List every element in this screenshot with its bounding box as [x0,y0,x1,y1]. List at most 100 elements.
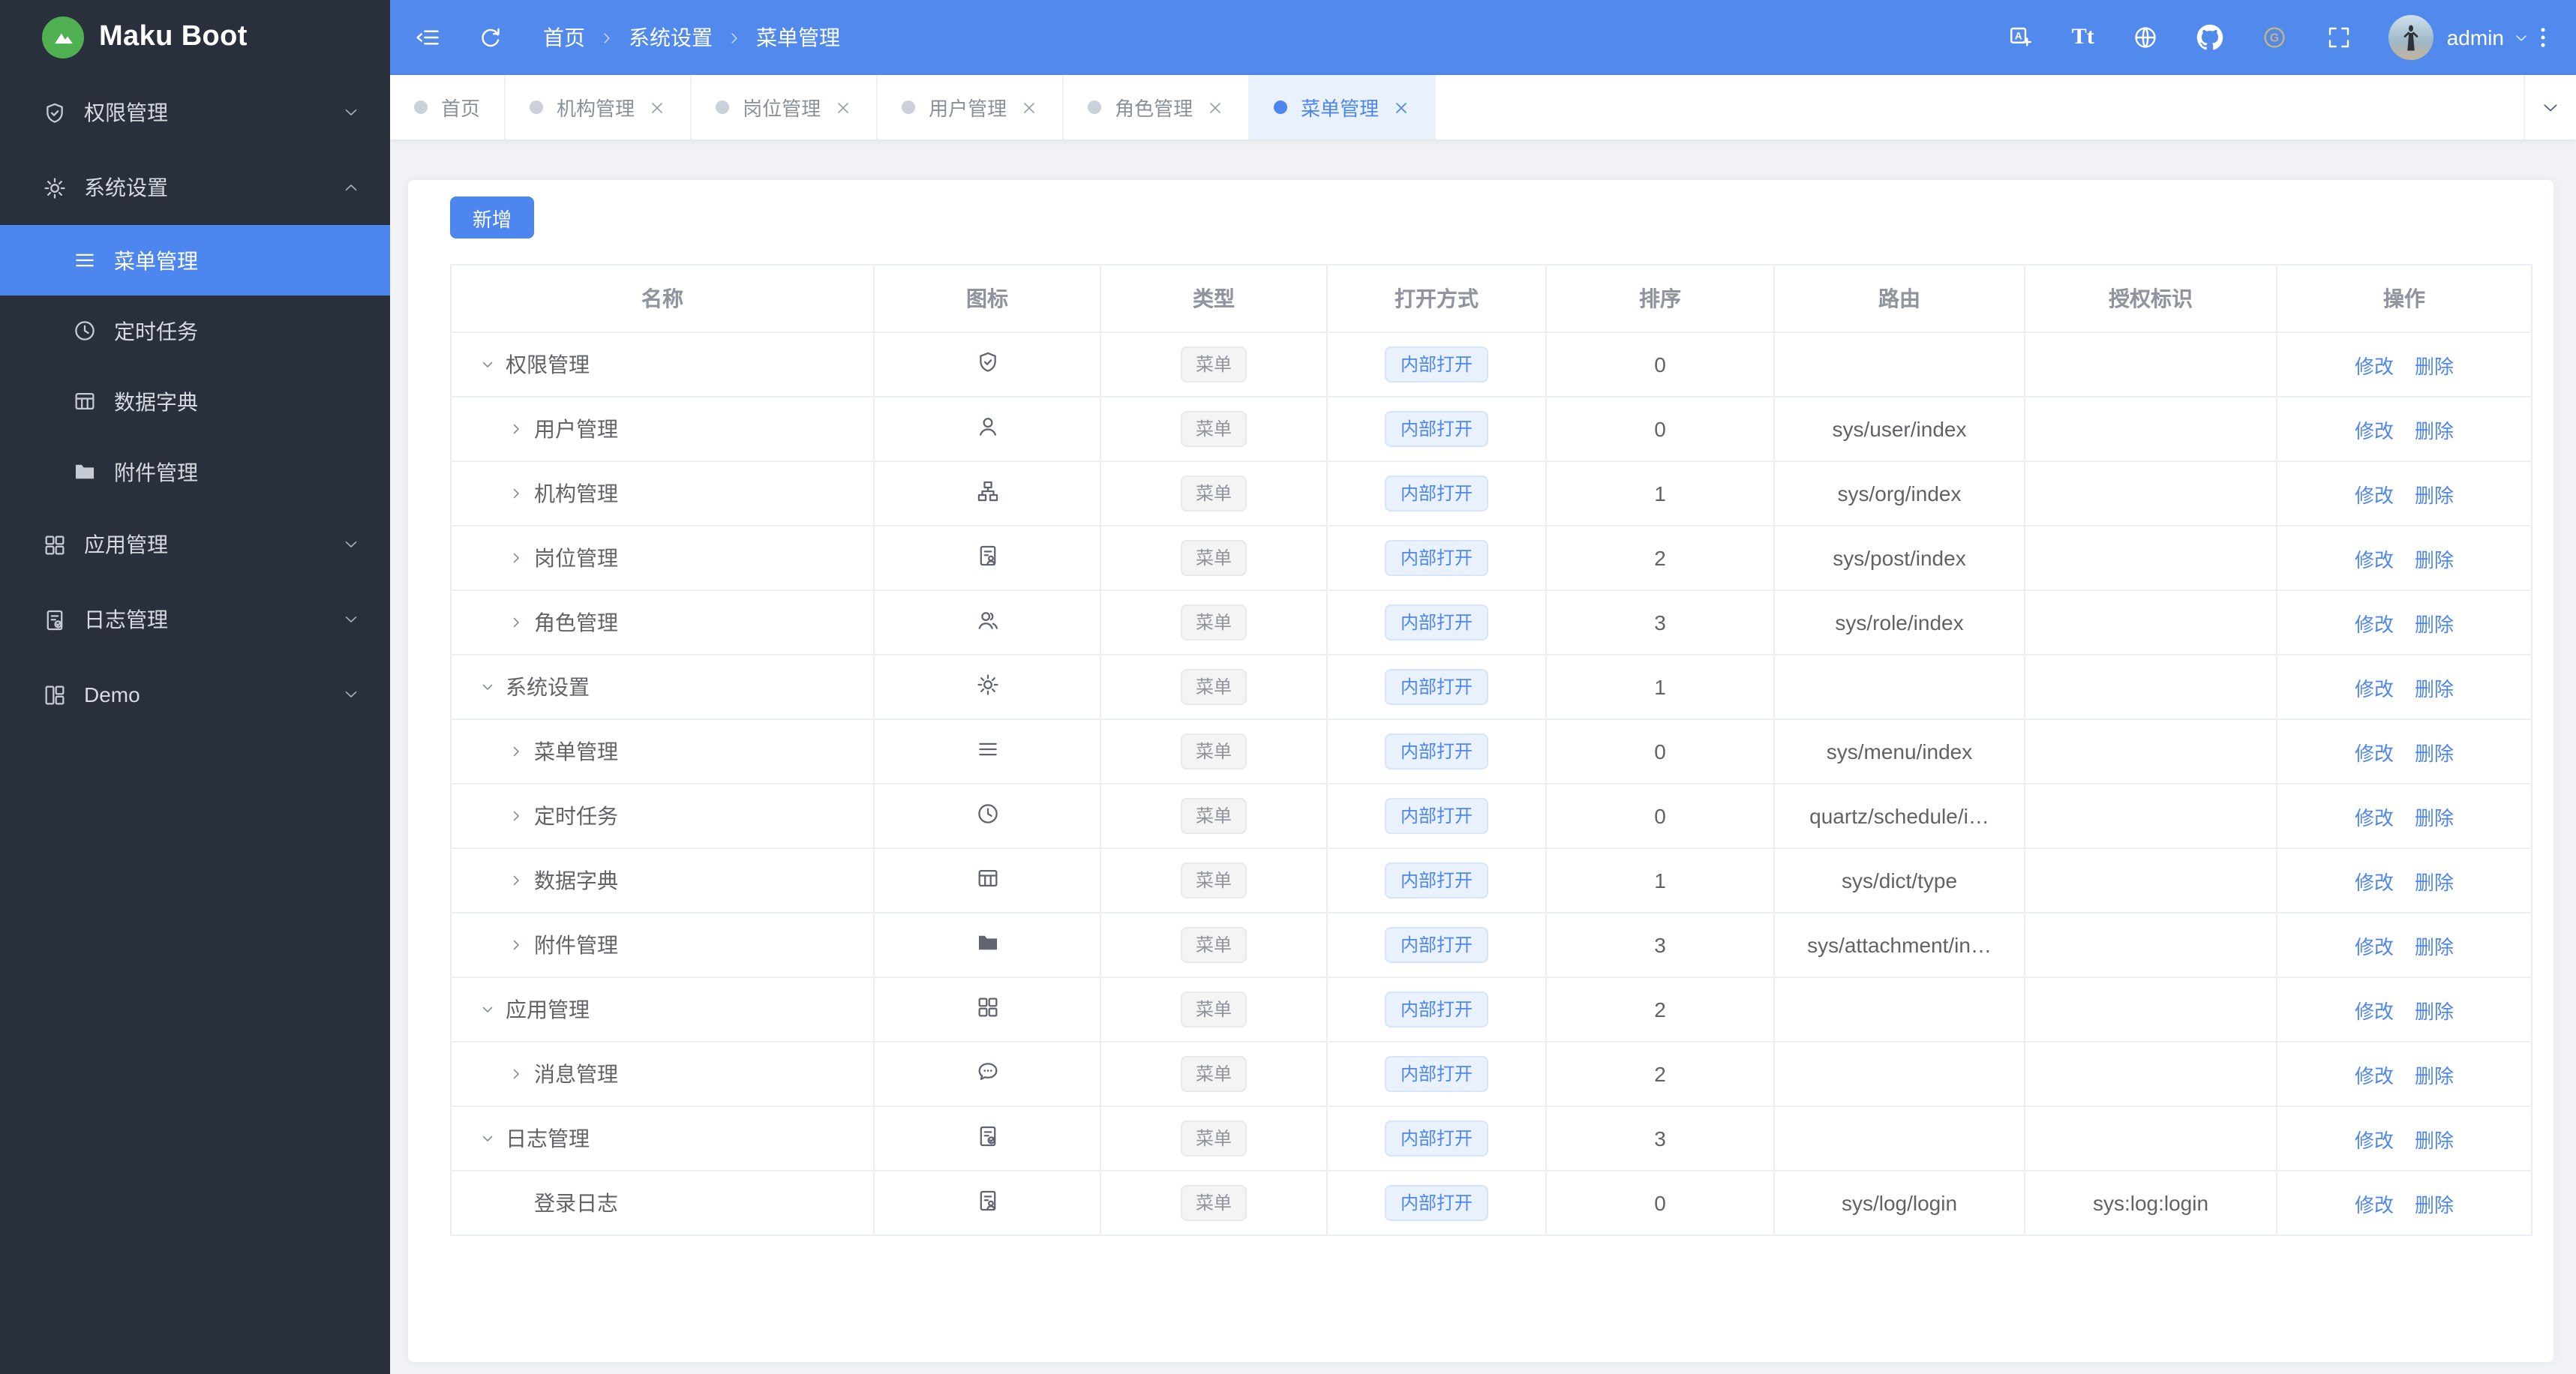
tab-user[interactable]: 用户管理 [878,75,1064,140]
sidebar-item-auth[interactable]: 权限管理 [0,75,390,150]
edit-link[interactable]: 修改 [2355,1064,2394,1087]
edit-link[interactable]: 修改 [2355,1129,2394,1151]
tab-org[interactable]: 机构管理 [506,75,692,140]
delete-link[interactable]: 删除 [2415,742,2454,764]
collapse-row-icon[interactable] [479,1000,497,1018]
globe-icon[interactable] [2132,24,2159,51]
edit-link[interactable]: 修改 [2355,806,2394,829]
clock-icon [72,318,98,344]
close-tab-icon[interactable] [1020,98,1038,116]
sidebar-item-dict[interactable]: 数据字典 [0,366,390,436]
add-button[interactable]: 新增 [450,196,535,238]
chevron-down-icon [342,178,360,196]
expand-row-icon[interactable] [507,614,525,632]
delete-link[interactable]: 删除 [2415,1129,2454,1151]
collapse-row-icon[interactable] [479,1130,497,1148]
close-tab-icon[interactable] [1392,98,1410,116]
edit-link[interactable]: 修改 [2355,613,2394,635]
edit-link[interactable]: 修改 [2355,484,2394,506]
sidebar-item-label: Demo [84,682,140,706]
folder-icon [72,459,98,484]
expand-row-icon[interactable] [507,484,525,502]
delete-link[interactable]: 删除 [2415,806,2454,829]
sort-cell: 3 [1545,590,1775,656]
delete-link[interactable]: 删除 [2415,1064,2454,1087]
delete-link[interactable]: 删除 [2415,677,2454,700]
sidebar-item-attachment[interactable]: 附件管理 [0,436,390,507]
actions-cell: 修改 删除 [2276,460,2532,526]
delete-link[interactable]: 删除 [2415,935,2454,958]
tab-menu[interactable]: 菜单管理 [1250,75,1437,140]
apps-icon [42,532,68,557]
close-tab-icon[interactable] [1206,98,1224,116]
delete-link[interactable]: 删除 [2415,355,2454,377]
edit-link[interactable]: 修改 [2355,677,2394,700]
delete-link[interactable]: 删除 [2415,613,2454,635]
close-tab-icon[interactable] [648,98,666,116]
delete-link[interactable]: 删除 [2415,484,2454,506]
sidebar-item-schedule[interactable]: 定时任务 [0,296,390,366]
type-tag: 菜单 [1180,540,1247,576]
icon-cell [873,396,1101,462]
permission-cell [2024,783,2277,849]
sidebar-item-menu[interactable]: 菜单管理 [0,225,390,296]
sidebar-item-label: 应用管理 [84,532,168,556]
table-row: 用户管理 菜单 内部打开 0 sys/user/index 修改 删除 [450,396,2532,462]
column-header: 类型 [1100,264,1328,333]
edit-link[interactable]: 修改 [2355,1000,2394,1022]
tab-post[interactable]: 岗位管理 [692,75,878,140]
font-size-icon[interactable]: Tt [2072,24,2094,51]
tab-home[interactable]: 首页 [390,75,506,140]
expand-row-icon[interactable] [507,936,525,954]
tab-role[interactable]: 角色管理 [1064,75,1250,140]
collapse-row-icon[interactable] [479,356,497,374]
edit-link[interactable]: 修改 [2355,419,2394,442]
expand-row-icon[interactable] [507,420,525,438]
collapse-row-icon[interactable] [479,678,497,696]
sidebar-item-system[interactable]: 系统设置 [0,150,390,225]
translate-icon[interactable]: A [2007,24,2034,51]
expand-row-icon[interactable] [507,807,525,825]
app-logo[interactable]: Maku Boot [0,0,390,75]
kebab-menu-icon[interactable] [2529,24,2556,51]
breadcrumb-item[interactable]: 首页 [543,22,585,52]
breadcrumb-item[interactable]: 菜单管理 [756,22,840,52]
table-row: 菜单管理 菜单 内部打开 0 sys/menu/index 修改 删除 [450,718,2532,784]
expand-row-icon[interactable] [507,742,525,760]
delete-link[interactable]: 删除 [2415,1193,2454,1216]
sidebar-item-log[interactable]: 日志管理 [0,582,390,657]
sidebar-item-app[interactable]: 应用管理 [0,507,390,582]
delete-link[interactable]: 删除 [2415,548,2454,571]
delete-link[interactable]: 删除 [2415,871,2454,893]
delete-link[interactable]: 删除 [2415,419,2454,442]
edit-link[interactable]: 修改 [2355,871,2394,893]
edit-link[interactable]: 修改 [2355,1193,2394,1216]
edit-link[interactable]: 修改 [2355,742,2394,764]
permission-cell [2024,332,2277,398]
edit-link[interactable]: 修改 [2355,935,2394,958]
close-tab-icon[interactable] [834,98,852,116]
delete-link[interactable]: 删除 [2415,1000,2454,1022]
route-cell: sys/menu/index [1773,718,2025,784]
sidebar-item-demo[interactable]: Demo [0,657,390,732]
tabs-dropdown-button[interactable] [2523,75,2576,140]
fullscreen-icon[interactable] [2325,24,2352,51]
expand-row-icon[interactable] [507,549,525,567]
edit-link[interactable]: 修改 [2355,355,2394,377]
user-menu[interactable]: admin [2388,15,2529,60]
sort-cell: 2 [1545,525,1775,591]
breadcrumb-item[interactable]: 系统设置 [629,22,713,52]
menu-name: 日志管理 [506,1126,590,1150]
expand-row-icon[interactable] [507,1065,525,1083]
expand-row-icon[interactable] [507,872,525,890]
refresh-icon[interactable] [477,24,504,51]
edit-link[interactable]: 修改 [2355,548,2394,571]
open-type-tag: 内部打开 [1385,540,1488,576]
github-icon[interactable] [2196,24,2223,51]
open-type-cell: 内部打开 [1326,718,1547,784]
gitee-icon[interactable]: G [2261,24,2288,51]
column-header: 排序 [1545,264,1775,333]
table-row: 定时任务 菜单 内部打开 0 quartz/schedule/i… 修改 删除 [450,783,2532,849]
type-cell: 菜单 [1100,848,1328,914]
collapse-sidebar-icon[interactable] [414,24,441,51]
